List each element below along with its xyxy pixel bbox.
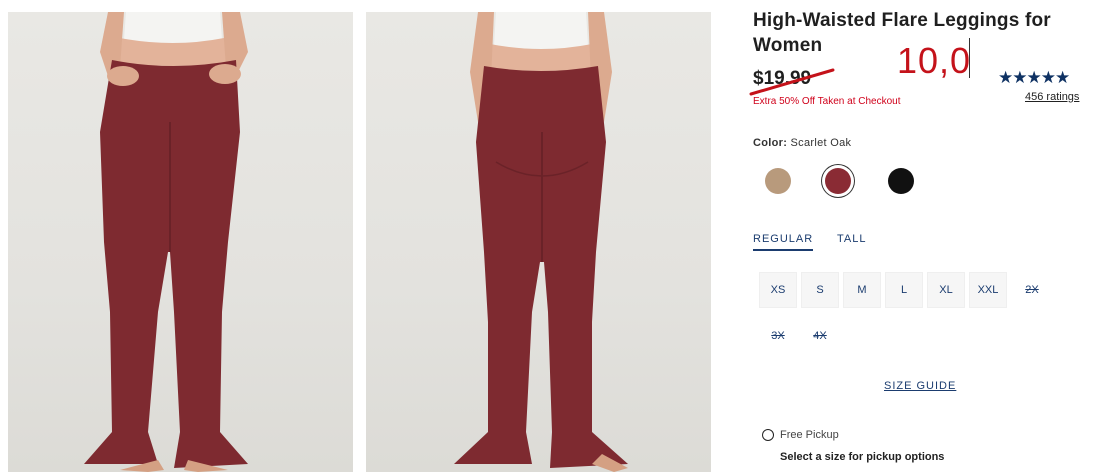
color-label: Color: Scarlet Oak xyxy=(753,137,851,149)
handwritten-price-annotation: 10,0 xyxy=(897,40,972,81)
original-price: $19.99 xyxy=(753,68,812,89)
product-image-front[interactable] xyxy=(8,12,353,472)
free-pickup-radio[interactable] xyxy=(762,429,774,441)
size-button-s[interactable]: S xyxy=(801,272,839,308)
size-button-4x-unavailable[interactable]: 4X xyxy=(801,318,839,354)
star-icon-full: ★★★★ xyxy=(998,68,1056,87)
product-image-back-illustration xyxy=(454,12,628,472)
color-swatch-black[interactable] xyxy=(888,168,914,194)
color-swatch-scarlet-oak[interactable] xyxy=(825,168,851,194)
text-cursor xyxy=(969,38,970,78)
color-swatch-tan[interactable] xyxy=(765,168,791,194)
promo-text: Extra 50% Off Taken at Checkout xyxy=(753,96,901,107)
size-button-xl[interactable]: XL xyxy=(927,272,965,308)
tab-regular[interactable]: REGULAR xyxy=(753,233,814,251)
rating-stars[interactable]: ★★★★★★ xyxy=(998,68,1070,88)
size-button-2x-unavailable[interactable]: 2X xyxy=(1013,272,1051,308)
size-button-xs[interactable]: XS xyxy=(759,272,797,308)
product-image-front-illustration xyxy=(84,12,248,472)
product-details-panel: High-Waisted Flare Leggings for Women $1… xyxy=(749,0,1098,472)
size-button-3x-unavailable[interactable]: 3X xyxy=(759,318,797,354)
selected-color-name: Scarlet Oak xyxy=(790,137,852,149)
free-pickup-label[interactable]: Free Pickup xyxy=(780,429,839,441)
product-image-back[interactable] xyxy=(366,12,711,472)
size-button-l[interactable]: L xyxy=(885,272,923,308)
size-button-xxl[interactable]: XXL xyxy=(969,272,1007,308)
pickup-note: Select a size for pickup options xyxy=(780,451,945,463)
size-guide-link[interactable]: SIZE GUIDE xyxy=(884,380,956,392)
tab-tall[interactable]: TALL xyxy=(837,233,866,245)
ratings-count-link[interactable]: 456 ratings xyxy=(1025,91,1079,103)
size-button-m[interactable]: M xyxy=(843,272,881,308)
color-label-prefix: Color: xyxy=(753,137,788,149)
star-icon-half: ★ xyxy=(1054,68,1070,87)
